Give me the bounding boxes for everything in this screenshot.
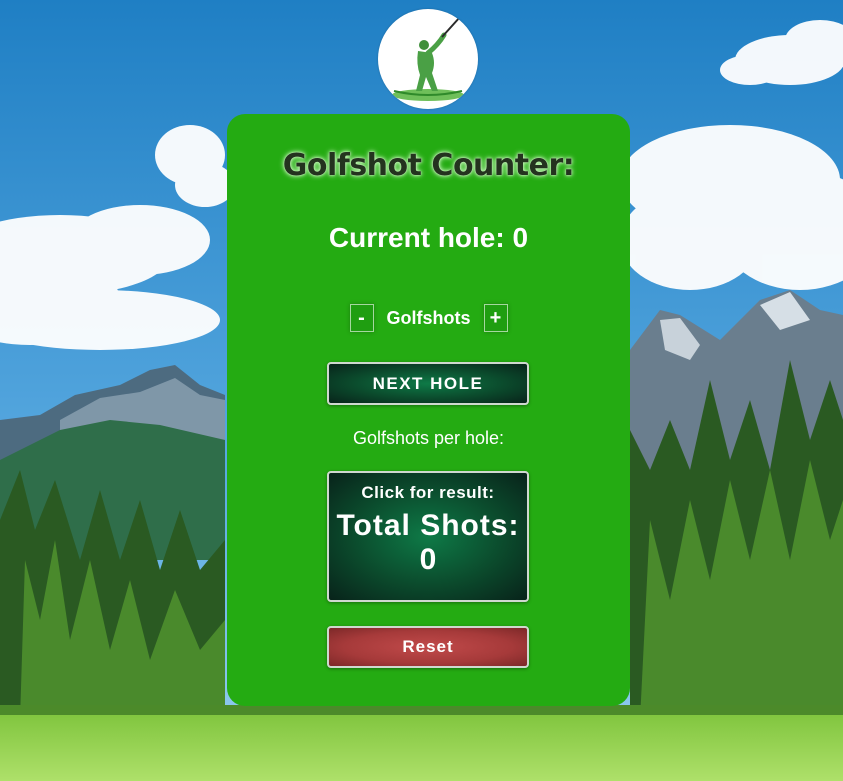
result-button[interactable]: Click for result: Total Shots: 0 <box>327 471 529 602</box>
decrement-button[interactable]: - <box>349 304 374 332</box>
golfshots-label: Golfshots <box>386 307 471 328</box>
next-hole-button[interactable]: NEXT HOLE <box>327 362 529 405</box>
result-prompt: Click for result: <box>361 483 495 502</box>
golfer-logo-icon <box>378 9 478 109</box>
current-hole-display: Current hole: 0 <box>328 222 529 253</box>
golfshot-counter: - Golfshots + <box>227 303 630 333</box>
total-shots-value: 0 <box>419 543 437 576</box>
total-shots-label: Total Shots: <box>336 509 520 542</box>
increment-button[interactable]: + <box>483 304 508 332</box>
reset-button[interactable]: Reset <box>327 626 529 668</box>
counter-card: Golfshot Counter: Current hole: 0 - Golf… <box>227 114 630 706</box>
app-title: Golfshot Counter: <box>282 148 575 183</box>
golfshots-per-hole-label: Golfshots per hole: <box>352 428 505 448</box>
